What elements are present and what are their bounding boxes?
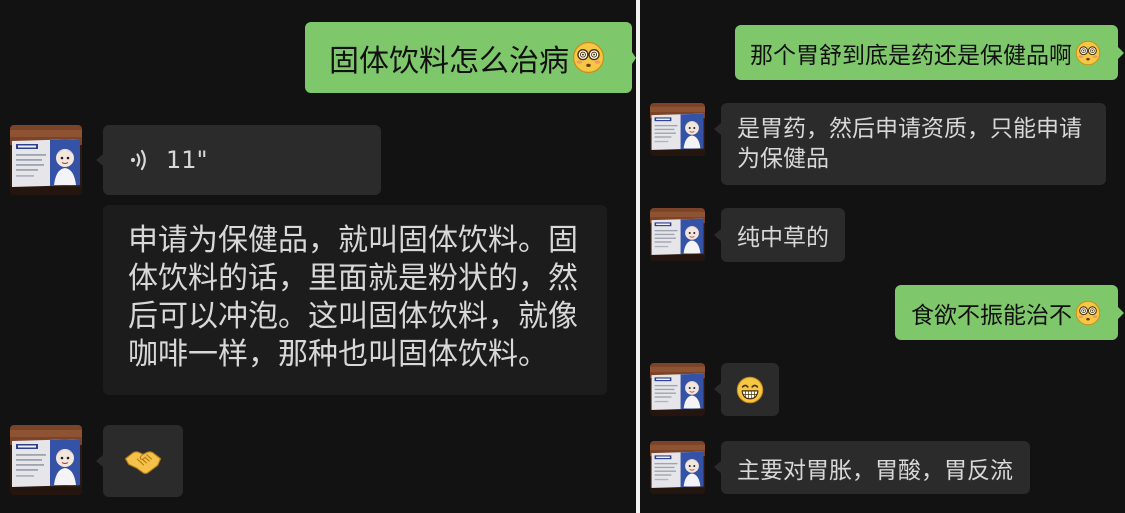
product-box-avatar-image [650, 441, 705, 494]
voice-duration: 11" [166, 146, 208, 174]
product-box-avatar-image [650, 208, 705, 261]
contact-avatar[interactable] [650, 441, 705, 494]
handshake-icon [124, 450, 162, 474]
left-chat-panel: 固体饮料怎么治病 11" 申请为保健品，就叫固体饮料。固 体饮料的话，里面就是粉… [0, 0, 636, 513]
message-text: 固体饮料怎么治病 [329, 43, 569, 79]
message-line: 是胃药，然后申请资质，只能申请 [737, 116, 1082, 142]
transcript-line: 体饮料的话，里面就是粉状的，然 [128, 261, 578, 296]
product-box-avatar-image [650, 363, 705, 416]
contact-avatar[interactable] [650, 208, 705, 261]
contact-avatar[interactable] [650, 363, 705, 416]
flushed-face-icon [1075, 40, 1101, 65]
received-message-bubble[interactable]: 纯中草的 [714, 208, 845, 262]
sent-message-bubble[interactable]: 固体饮料怎么治病 [305, 22, 636, 93]
transcript-line: 申请为保健品，就叫固体饮料。固 [128, 223, 578, 258]
sent-message-bubble[interactable]: 那个胃舒到底是药还是保健品啊 [735, 25, 1124, 80]
transcript-line: 咖啡一样，那种也叫固体饮料。 [128, 337, 548, 372]
voice-transcript-bubble[interactable]: 申请为保健品，就叫固体饮料。固 体饮料的话，里面就是粉状的，然 后可以冲泡。这叫… [103, 205, 607, 395]
flushed-face-icon [1075, 300, 1101, 325]
message-text: 食欲不振能治不 [911, 302, 1072, 329]
message-text: 主要对胃胀，胃酸，胃反流 [737, 457, 1013, 484]
contact-avatar[interactable] [10, 425, 82, 495]
right-chat-panel: 那个胃舒到底是药还是保健品啊 是胃药，然后申请资质，只能申请 为保健品 纯中草的… [640, 0, 1125, 513]
sent-message-bubble[interactable]: 食欲不振能治不 [895, 285, 1124, 340]
flushed-face-icon [572, 41, 605, 74]
product-box-avatar-image [10, 425, 82, 495]
emoji-message-bubble[interactable] [714, 363, 779, 416]
voice-wave-icon [129, 149, 146, 171]
received-message-bubble[interactable]: 是胃药，然后申请资质，只能申请 为保健品 [714, 103, 1106, 185]
transcript-line: 后可以冲泡。这叫固体饮料，就像 [128, 299, 578, 334]
received-message-bubble[interactable]: 主要对胃胀，胃酸，胃反流 [714, 441, 1030, 494]
contact-avatar[interactable] [650, 103, 705, 156]
voice-message-bubble[interactable]: 11" [96, 125, 381, 195]
message-text: 纯中草的 [737, 225, 829, 251]
message-line: 为保健品 [737, 146, 829, 172]
product-box-avatar-image [10, 125, 82, 195]
product-box-avatar-image [650, 103, 705, 156]
contact-avatar[interactable] [10, 125, 82, 195]
grinning-face-icon [736, 376, 764, 403]
emoji-message-bubble[interactable] [96, 425, 183, 497]
message-text: 那个胃舒到底是药还是保健品啊 [750, 42, 1072, 69]
